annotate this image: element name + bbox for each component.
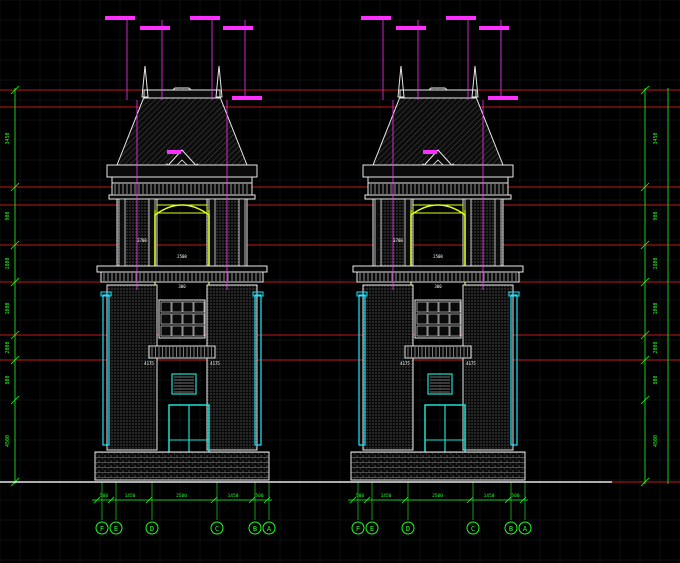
wall-lower-left	[362, 284, 414, 451]
elevation-right: 3700 2500 4175 4175 300 500 1450 2500 1450 500 F E D…	[348, 16, 532, 535]
dimension-text: 1450	[228, 493, 239, 499]
dimension-text: 2500	[432, 493, 443, 499]
dimension-text: 3450	[653, 132, 659, 144]
dimension-text: 1800	[5, 257, 11, 269]
dimension-text: 1000	[5, 302, 11, 314]
dimension-text: 800	[5, 375, 11, 384]
dimension-text: 1800	[653, 257, 659, 269]
annotation-bar	[361, 16, 391, 20]
axis-label: C	[215, 525, 219, 533]
roof-ridge	[143, 89, 221, 99]
dimension-text: 500	[255, 493, 263, 499]
cornice-band	[111, 176, 253, 184]
dimension-text: 2500	[176, 493, 187, 499]
axis-label: F	[100, 525, 104, 533]
dimension-text: 500	[511, 493, 519, 499]
dimension-text: 800	[653, 375, 659, 384]
arch-frame	[154, 204, 210, 270]
cornice-upper	[362, 164, 514, 178]
axis-label: E	[114, 525, 118, 533]
axis-label: B	[253, 525, 257, 533]
axis-label: E	[370, 525, 374, 533]
annotation-bar	[167, 150, 181, 154]
dimension-text: 4500	[653, 435, 659, 447]
stone-base	[350, 451, 526, 481]
wall-lower-right	[462, 284, 514, 451]
label-elevation: 300	[178, 284, 186, 289]
label-elevation: 2500	[433, 254, 443, 259]
dimension-text: 900	[653, 211, 659, 220]
cornice-band	[367, 176, 509, 184]
dimension-text: 3450	[5, 132, 11, 144]
axis-label: B	[509, 525, 513, 533]
pilaster	[404, 198, 412, 270]
cornice-upper	[106, 164, 258, 178]
axis-label: A	[523, 525, 528, 533]
balustrade-middle	[100, 271, 264, 283]
annotation-bar	[232, 96, 262, 100]
balustrade-rail	[108, 194, 256, 200]
annotation-bar	[488, 96, 518, 100]
axis-label: D	[406, 525, 410, 533]
annotation-bar	[423, 150, 437, 154]
roof-ridge	[399, 89, 477, 99]
dimension-text: 900	[5, 211, 11, 220]
dimension-text: 4500	[5, 435, 11, 447]
pilaster	[374, 198, 382, 270]
axis-label: A	[267, 525, 272, 533]
annotation-bar	[396, 26, 426, 30]
label-elevation: 300	[434, 284, 442, 289]
dimension-text: 1450	[484, 493, 495, 499]
dimension-text: 500	[356, 493, 364, 499]
label-elevation: 3700	[393, 238, 403, 243]
arch-frame	[410, 204, 466, 270]
cornice-middle	[352, 265, 524, 273]
label-elevation: 2500	[177, 254, 187, 259]
dimension-text: 1450	[125, 493, 136, 499]
annotation-bar	[223, 26, 253, 30]
elevation-left: 3700 2500 4175 4175 300 500 1450 2500 1450 500 F E D…	[92, 16, 276, 535]
annotation-bar	[105, 16, 135, 20]
annotation-bar	[479, 26, 509, 30]
dimension-text: 2000	[5, 341, 11, 353]
pilaster	[494, 198, 502, 270]
balustrade-rail	[364, 194, 512, 200]
axis-label: C	[471, 525, 475, 533]
pilaster	[208, 198, 216, 270]
cad-elevation-drawing: 3700 2500 4175 4175 300 500 1450 2500 1450 500 F E D…	[0, 0, 680, 563]
label-elevation: 4175	[144, 361, 154, 366]
pilaster	[148, 198, 156, 270]
dimension-text: 1000	[653, 302, 659, 314]
label-elevation: 4175	[210, 361, 220, 366]
vertical-dimensions-left: 3450 900 1800 1000 2000 800 4500	[5, 85, 20, 487]
label-elevation: 4175	[400, 361, 410, 366]
cornice-middle	[96, 265, 268, 273]
label-elevation: 4175	[466, 361, 476, 366]
dimension-text: 1450	[381, 493, 392, 499]
annotation-bar	[140, 26, 170, 30]
dimension-text: 2000	[653, 341, 659, 353]
label-elevation: 3700	[137, 238, 147, 243]
stone-base	[94, 451, 270, 481]
pilaster	[464, 198, 472, 270]
balustrade-middle	[356, 271, 520, 283]
axis-label: F	[356, 525, 360, 533]
wall-lower-right	[206, 284, 258, 451]
pilaster	[118, 198, 126, 270]
wall-lower-left	[106, 284, 158, 451]
annotation-bar	[190, 16, 220, 20]
vertical-dimensions-right: 3450 900 1800 1000 2000 800 4500	[640, 85, 669, 487]
axis-label: D	[150, 525, 154, 533]
pilaster	[238, 198, 246, 270]
annotation-bar	[446, 16, 476, 20]
dimension-text: 500	[100, 493, 108, 499]
